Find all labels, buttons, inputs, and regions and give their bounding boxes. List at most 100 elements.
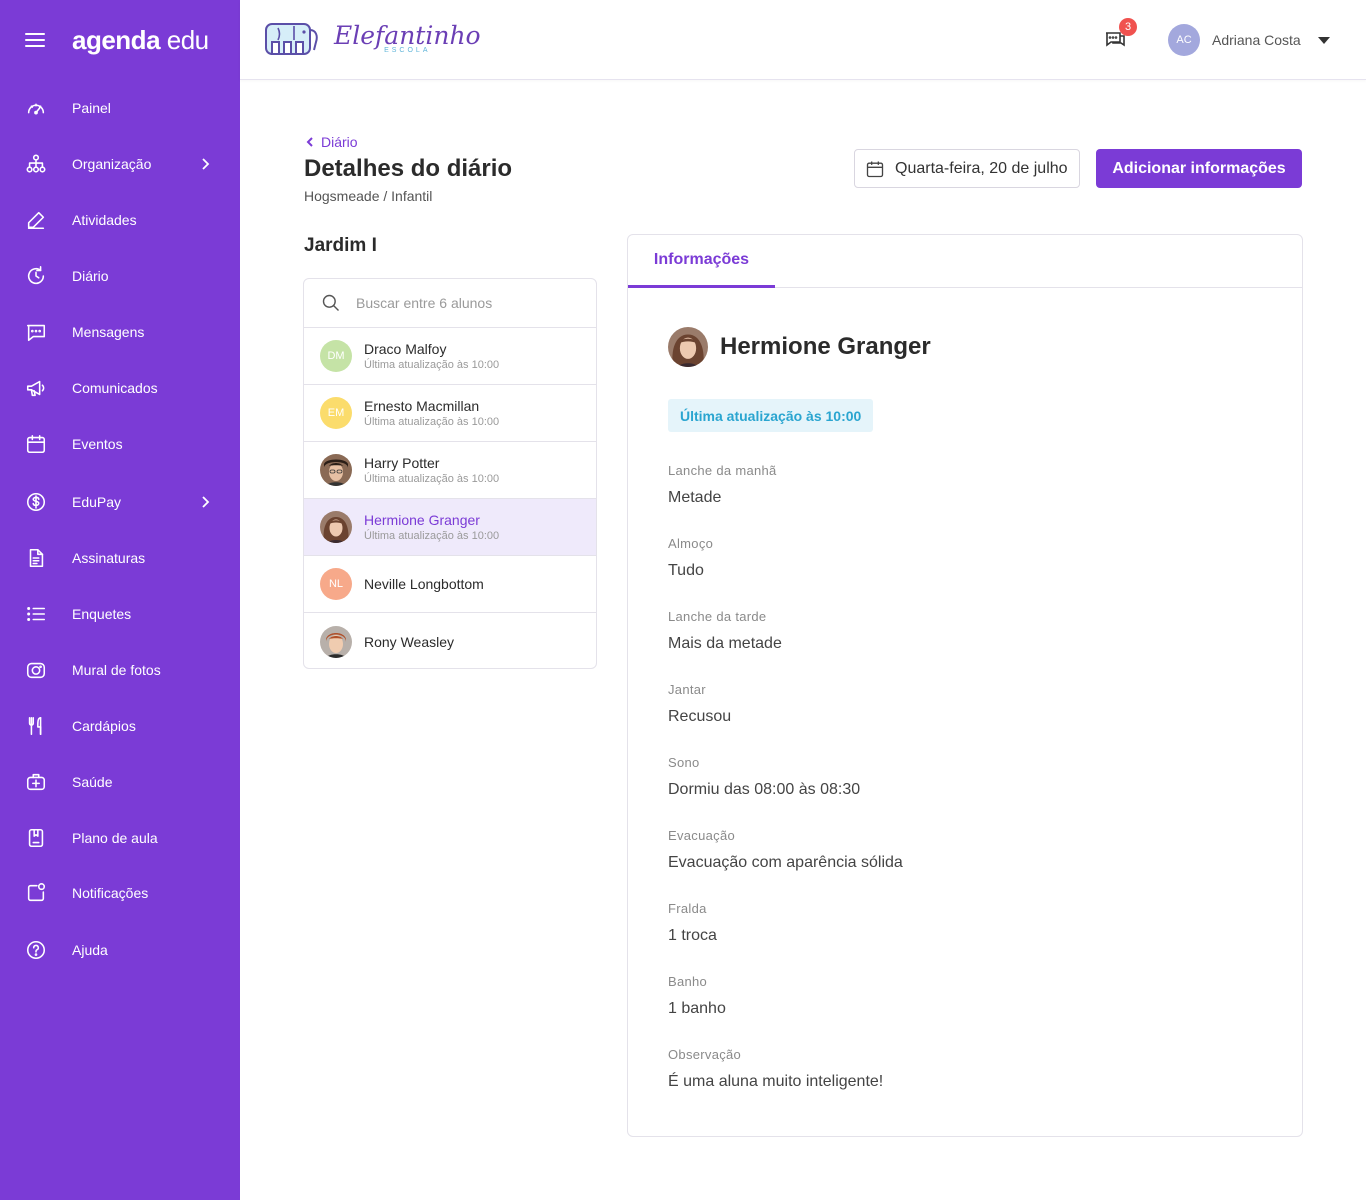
help-icon <box>25 939 47 961</box>
student-last-update: Última atualização às 10:00 <box>364 416 500 428</box>
field-value: Recusou <box>668 708 732 725</box>
medical-kit-icon <box>25 771 47 793</box>
student-name: Harry Potter <box>364 455 440 471</box>
search-bar <box>304 279 596 328</box>
student-row-neville[interactable]: NL Neville Longbottom <box>304 556 596 613</box>
sidebar-item-notificacoes[interactable]: Notificações <box>0 873 240 913</box>
field-sono: Sono Dormiu das 08:00 às 08:30 <box>668 755 860 799</box>
field-value: Dormiu das 08:00 às 08:30 <box>668 781 861 798</box>
agenda-edu-logo[interactable]: agenda edu <box>72 25 209 56</box>
hamburger-menu-icon[interactable] <box>25 33 45 47</box>
sidebar-item-plano-de-aula[interactable]: Plano de aula <box>0 818 240 858</box>
field-value: Mais da metade <box>668 635 782 652</box>
sidebar: agenda edu Painel Organização Atividades… <box>0 0 240 1200</box>
field-value: Tudo <box>668 562 704 579</box>
students-list: DM Draco Malfoy Última atualização às 10:… <box>303 278 597 669</box>
sidebar-item-label: Diário <box>72 268 109 284</box>
chevron-right-icon <box>198 495 212 509</box>
pencil-icon <box>25 209 47 231</box>
sidebar-item-diario[interactable]: Diário <box>0 256 240 296</box>
sidebar-item-label: Assinaturas <box>72 550 146 566</box>
book-icon <box>25 827 47 849</box>
megaphone-icon <box>25 377 47 399</box>
student-row-ernesto[interactable]: EM Ernesto Macmillan Última atualização à… <box>304 385 596 442</box>
student-detail-name: Hermione Granger <box>720 333 931 360</box>
avatar: EM <box>320 397 352 429</box>
student-row-hermione[interactable]: Hermione Granger Última atualização às 10… <box>304 499 596 556</box>
sidebar-item-label: Cardápios <box>72 718 136 734</box>
document-icon <box>25 547 47 569</box>
search-icon <box>322 294 340 312</box>
sidebar-item-mensagens[interactable]: Mensagens <box>0 312 240 352</box>
class-title: Jardim I <box>304 235 377 256</box>
field-label: Observação <box>668 1047 742 1062</box>
sidebar-item-label: Enquetes <box>72 606 132 622</box>
user-name: Adriana Costa <box>1212 32 1301 48</box>
tab-informacoes[interactable]: Informações <box>628 235 775 288</box>
sidebar-item-ajuda[interactable]: Ajuda <box>0 930 240 970</box>
avatar <box>668 327 708 367</box>
student-row-harry[interactable]: Harry Potter Última atualização às 10:00 <box>304 442 596 499</box>
search-input[interactable] <box>356 295 576 311</box>
notification-badge: 3 <box>1119 18 1137 36</box>
date-picker-button[interactable]: Quarta-feira, 20 de julho <box>854 149 1080 188</box>
field-lanche-da-manha: Lanche da manhã Metade <box>668 463 777 507</box>
student-row-draco[interactable]: DM Draco Malfoy Última atualização às 10:… <box>304 328 596 385</box>
avatar <box>320 625 352 658</box>
field-observacao: Observação É uma aluna muito inteligente… <box>668 1047 883 1091</box>
last-update-badge: Última atualização às 10:00 <box>668 399 874 432</box>
details-panel: Informações Hermione Granger Última atua… <box>627 234 1303 1137</box>
sidebar-item-label: Ajuda <box>72 942 108 958</box>
field-value: É uma aluna muito inteligente! <box>668 1073 884 1090</box>
sidebar-item-label: Painel <box>72 100 111 116</box>
student-name: Neville Longbottom <box>364 576 484 592</box>
student-name: Draco Malfoy <box>364 341 447 357</box>
chevron-left-icon <box>306 137 313 147</box>
sidebar-item-enquetes[interactable]: Enquetes <box>0 594 240 634</box>
sidebar-item-mural-de-fotos[interactable]: Mural de fotos <box>0 650 240 690</box>
dollar-icon <box>25 491 47 513</box>
sidebar-item-comunicados[interactable]: Comunicados <box>0 368 240 408</box>
field-value: 1 banho <box>668 1000 726 1017</box>
student-name: Ernesto Macmillan <box>364 398 480 414</box>
student-name: Rony Weasley <box>364 633 455 650</box>
sidebar-item-label: Organização <box>72 156 152 172</box>
sidebar-item-organizacao[interactable]: Organização <box>0 144 240 184</box>
sidebar-item-cardapios[interactable]: Cardápios <box>0 706 240 746</box>
camera-icon <box>25 659 47 681</box>
student-row-rony[interactable]: Rony Weasley <box>304 613 596 668</box>
avatar: NL <box>320 568 352 600</box>
field-label: Sono <box>668 755 700 770</box>
school-name-title: Elefantinho <box>334 20 481 50</box>
student-last-update: Última atualização às 10:00 <box>364 473 500 485</box>
field-evacuacao: Evacuação Evacuação com aparência sólida <box>668 828 903 872</box>
sidebar-item-edupay[interactable]: EduPay <box>0 482 240 522</box>
back-link-label: Diário <box>321 134 358 150</box>
user-menu[interactable]: AC Adriana Costa <box>1168 24 1330 56</box>
organization-icon <box>25 153 47 175</box>
avatar: AC <box>1168 24 1200 56</box>
sidebar-item-atividades[interactable]: Atividades <box>0 200 240 240</box>
caret-down-icon[interactable] <box>1317 36 1330 44</box>
add-information-button[interactable]: Adicionar informações <box>1096 149 1302 188</box>
sidebar-item-label: Mensagens <box>72 324 145 340</box>
dashboard-icon <box>25 97 47 119</box>
student-header: Hermione Granger <box>668 327 931 367</box>
sidebar-item-painel[interactable]: Painel <box>0 88 240 128</box>
school-name-subtitle: ESCOLA <box>384 46 431 54</box>
cutlery-icon <box>25 715 47 737</box>
sidebar-item-saude[interactable]: Saúde <box>0 762 240 802</box>
school-logo[interactable]: Elefantinho ESCOLA <box>264 18 481 58</box>
sidebar-item-eventos[interactable]: Eventos <box>0 424 240 464</box>
sidebar-item-assinaturas[interactable]: Assinaturas <box>0 538 240 578</box>
sidebar-item-label: Notificações <box>72 885 149 901</box>
chat-button[interactable]: 3 <box>1103 18 1137 53</box>
field-label: Lanche da tarde <box>668 609 767 624</box>
field-value: 1 troca <box>668 927 717 944</box>
back-link[interactable]: Diário <box>305 134 358 150</box>
field-label: Evacuação <box>668 828 736 843</box>
field-label: Jantar <box>668 682 706 697</box>
tabs: Informações <box>628 235 1302 288</box>
breadcrumb: Hogsmeade / Infantil <box>304 188 433 204</box>
notification-icon <box>25 882 47 904</box>
